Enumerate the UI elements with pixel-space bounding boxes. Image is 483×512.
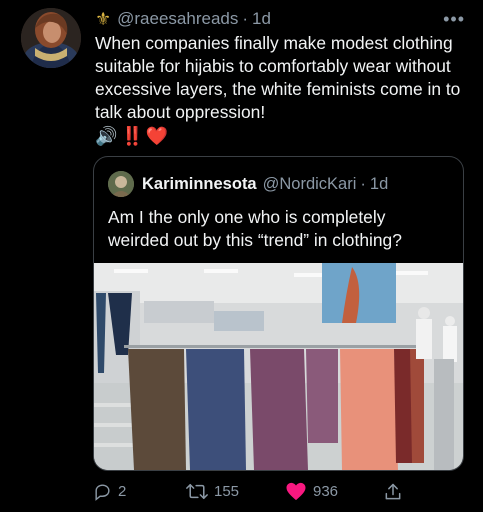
more-icon[interactable]: ••• — [443, 9, 465, 30]
handle[interactable]: @raeesahreads — [117, 9, 238, 29]
share-button[interactable] — [383, 482, 403, 502]
like-count: 936 — [313, 483, 339, 500]
timestamp[interactable]: 1d — [252, 9, 271, 29]
retweet-icon — [186, 482, 208, 501]
reply-icon — [93, 482, 112, 501]
retweet-button[interactable]: 155 — [186, 482, 239, 501]
like-button[interactable]: 936 — [285, 482, 338, 501]
heart-icon — [285, 482, 307, 501]
tweet-text: When companies finally make modest cloth… — [95, 33, 461, 122]
reply-count: 2 — [118, 483, 127, 500]
reply-button[interactable]: 2 — [93, 482, 126, 501]
quoted-avatar[interactable] — [108, 171, 134, 197]
quoted-tweet[interactable]: Kariminnesota @NordicKari · 1d Am I the … — [93, 156, 464, 471]
share-icon — [383, 482, 403, 502]
quoted-handle[interactable]: @NordicKari — [263, 175, 357, 194]
separator-dot: · — [242, 9, 249, 28]
speaker-emoji: 🔊 — [95, 125, 118, 146]
store-clothing-rack-photo — [94, 263, 463, 470]
tweet-header: ⚜ @raeesahreads · 1d ••• — [95, 8, 465, 30]
quoted-display-name[interactable]: Kariminnesota — [142, 175, 257, 194]
double-exclamation-emoji: ‼️ — [121, 125, 143, 146]
heart-emoji: ❤️ — [145, 125, 169, 146]
separator-dot: · — [360, 174, 366, 193]
quoted-tweet-header: Kariminnesota @NordicKari · 1d — [108, 171, 388, 197]
avatar[interactable] — [21, 8, 81, 68]
quoted-tweet-text: Am I the only one who is completely weir… — [108, 207, 402, 250]
fleur-de-lis-icon: ⚜ — [95, 8, 112, 29]
tweet-actions: 2 155 936 — [93, 482, 413, 502]
emoji-row: 🔊 ‼️ ❤️ — [95, 124, 168, 148]
quoted-timestamp[interactable]: 1d — [370, 175, 388, 194]
retweet-count: 155 — [214, 483, 240, 500]
quoted-tweet-image[interactable] — [94, 263, 463, 470]
tweet[interactable]: ⚜ @raeesahreads · 1d ••• When companies … — [0, 0, 483, 512]
